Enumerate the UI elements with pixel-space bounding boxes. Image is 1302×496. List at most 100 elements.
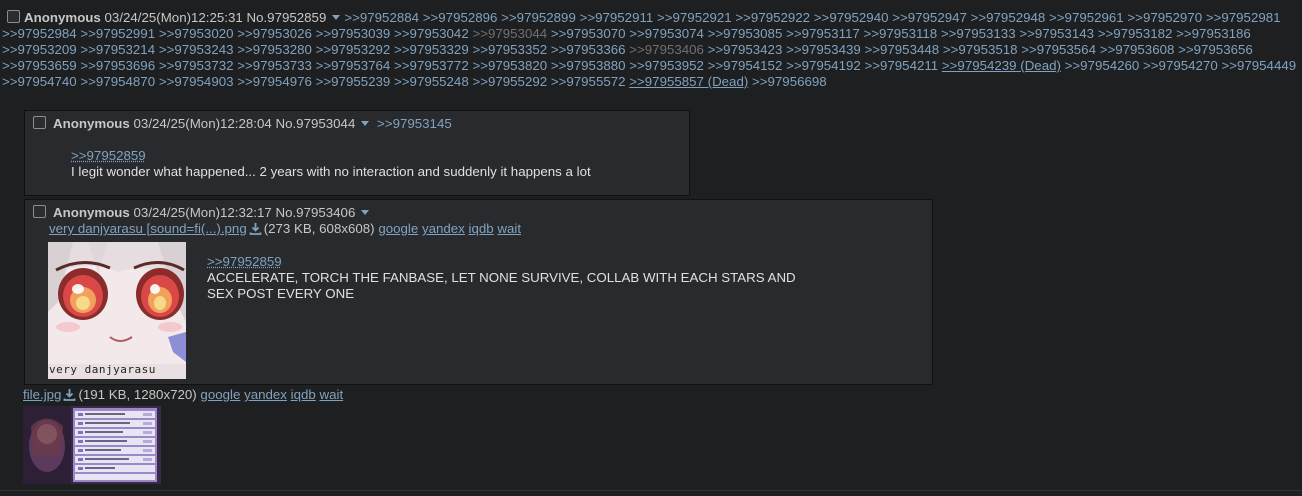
backlink[interactable]: >>97952984 [2, 26, 77, 41]
reply1-checkbox[interactable] [33, 116, 46, 129]
backlink[interactable]: >>97954192 [786, 58, 861, 73]
backlink[interactable]: >>97953656 [1178, 42, 1253, 57]
backlink[interactable]: >>97953772 [394, 58, 469, 73]
backlink[interactable]: >>97953182 [1098, 26, 1173, 41]
op-iqdb-link[interactable]: iqdb [291, 387, 316, 402]
backlink[interactable]: >>97952922 [735, 10, 810, 25]
backlink[interactable]: >>97954152 [708, 58, 783, 73]
op-google-link[interactable]: google [200, 387, 240, 402]
backlink[interactable]: >>97953133 [941, 26, 1016, 41]
backlink[interactable]: >>97953020 [159, 26, 234, 41]
backlink[interactable]: >>97952961 [1049, 10, 1124, 25]
reply2-google-link[interactable]: google [378, 221, 418, 236]
reply2-quotelink[interactable]: >>97952859 [207, 254, 282, 269]
backlink[interactable]: >>97953044 [472, 26, 547, 41]
backlink[interactable]: >>97953280 [237, 42, 312, 57]
backlink[interactable]: >>97952940 [814, 10, 889, 25]
backlink[interactable]: >>97954211 [864, 58, 938, 73]
backlink[interactable]: >>97953952 [629, 58, 704, 73]
backlink[interactable]: >>97952921 [657, 10, 732, 25]
backlink[interactable]: >>97954260 [1065, 58, 1140, 73]
backlink[interactable]: >>97953439 [786, 42, 861, 57]
backlink[interactable]: >>97953070 [551, 26, 626, 41]
backlink[interactable]: >>97952948 [971, 10, 1046, 25]
op-yandex-link[interactable]: yandex [244, 387, 287, 402]
backlink[interactable]: >>97953659 [2, 58, 77, 73]
backlink[interactable]: >>97952981 [1206, 10, 1281, 25]
reply2-menu-arrow-icon[interactable] [361, 210, 370, 216]
backlink[interactable]: >>97953733 [237, 58, 312, 73]
reply1-postinfo: Anonymous 03/24/25(Mon)12:28:04 No.97953… [25, 111, 689, 132]
backlink[interactable]: >>97953118 [863, 26, 937, 41]
backlink[interactable]: >>97954870 [80, 74, 155, 89]
backlink[interactable]: >>97953564 [1021, 42, 1096, 57]
backlink[interactable]: >>97952896 [423, 10, 498, 25]
reply1-backlink[interactable]: >>97953145 [377, 116, 452, 131]
backlink[interactable]: >>97954903 [159, 74, 234, 89]
backlink[interactable]: >>97952899 [501, 10, 576, 25]
backlink[interactable]: >>97953423 [708, 42, 783, 57]
op-post-number[interactable]: No.97952859 [246, 10, 326, 25]
backlink[interactable]: >>97953696 [80, 58, 155, 73]
reply1-post-number[interactable]: No.97953044 [275, 116, 355, 131]
video-screenshot-image [23, 406, 161, 484]
backlink[interactable]: >>97953732 [159, 58, 234, 73]
reply2-checkbox[interactable] [33, 205, 46, 218]
backlink[interactable]: >>97953764 [316, 58, 391, 73]
backlink[interactable]: >>97952947 [892, 10, 967, 25]
reply2-post-number[interactable]: No.97953406 [275, 205, 355, 220]
reply1-quotelink[interactable]: >>97952859 [71, 148, 146, 163]
op-file-name[interactable]: file.jpg [23, 387, 61, 402]
backlink[interactable]: >>97953143 [1019, 26, 1094, 41]
backlink[interactable]: >>97953243 [159, 42, 234, 57]
backlink[interactable]: >>97955292 [472, 74, 547, 89]
backlink[interactable]: >>97953352 [472, 42, 547, 57]
thumbnail-caption: very danjyarasu [49, 363, 156, 376]
backlink[interactable]: >>97953820 [472, 58, 547, 73]
backlink[interactable]: >>97952991 [80, 26, 155, 41]
reply1-menu-arrow-icon[interactable] [361, 121, 370, 127]
backlink[interactable]: >>97953042 [394, 26, 469, 41]
backlink[interactable]: >>97953329 [394, 42, 469, 57]
op-checkbox[interactable] [7, 10, 20, 23]
backlink[interactable]: >>97953074 [629, 26, 704, 41]
backlink[interactable]: >>97953366 [551, 42, 626, 57]
backlink[interactable]: >>97953880 [551, 58, 626, 73]
backlink[interactable]: >>97954976 [237, 74, 312, 89]
download-icon[interactable] [63, 388, 76, 401]
reply2-wait-link[interactable]: wait [497, 221, 521, 236]
backlink[interactable]: >>97955572 [551, 74, 626, 89]
backlink[interactable]: >>97954449 [1221, 58, 1296, 73]
backlink[interactable]: >>97953209 [2, 42, 77, 57]
reply2-file-name[interactable]: very danjyarasu [sound=fi(...).png [49, 221, 247, 236]
backlink[interactable]: >>97954239 (Dead) [942, 58, 1061, 73]
backlink[interactable]: >>97952884 [344, 10, 419, 25]
backlink[interactable]: >>97953518 [943, 42, 1018, 57]
download-icon[interactable] [249, 222, 262, 235]
backlink[interactable]: >>97953026 [237, 26, 312, 41]
reply2-yandex-link[interactable]: yandex [422, 221, 465, 236]
backlink[interactable]: >>97954740 [2, 74, 77, 89]
op-name: Anonymous [24, 10, 101, 25]
backlink[interactable]: >>97956698 [752, 74, 827, 89]
op-thumbnail[interactable] [23, 406, 161, 484]
backlink[interactable]: >>97953608 [1100, 42, 1175, 57]
op-wait-link[interactable]: wait [320, 387, 344, 402]
reply2-thumbnail[interactable]: very danjyarasu [48, 242, 186, 379]
backlink[interactable]: >>97953292 [316, 42, 391, 57]
backlink[interactable]: >>97953117 [786, 26, 860, 41]
backlink[interactable]: >>97955248 [394, 74, 469, 89]
backlink[interactable]: >>97954270 [1143, 58, 1218, 73]
backlink[interactable]: >>97952970 [1127, 10, 1202, 25]
backlink[interactable]: >>97953214 [80, 42, 155, 57]
backlink[interactable]: >>97952911 [580, 10, 654, 25]
backlink[interactable]: >>97953186 [1176, 26, 1251, 41]
backlink[interactable]: >>97953039 [316, 26, 391, 41]
backlink[interactable]: >>97953406 [629, 42, 704, 57]
op-menu-arrow-icon[interactable] [332, 15, 341, 21]
backlink[interactable]: >>97953448 [864, 42, 939, 57]
backlink[interactable]: >>97955857 (Dead) [629, 74, 748, 89]
backlink[interactable]: >>97955239 [316, 74, 391, 89]
backlink[interactable]: >>97953085 [708, 26, 783, 41]
reply2-iqdb-link[interactable]: iqdb [469, 221, 494, 236]
